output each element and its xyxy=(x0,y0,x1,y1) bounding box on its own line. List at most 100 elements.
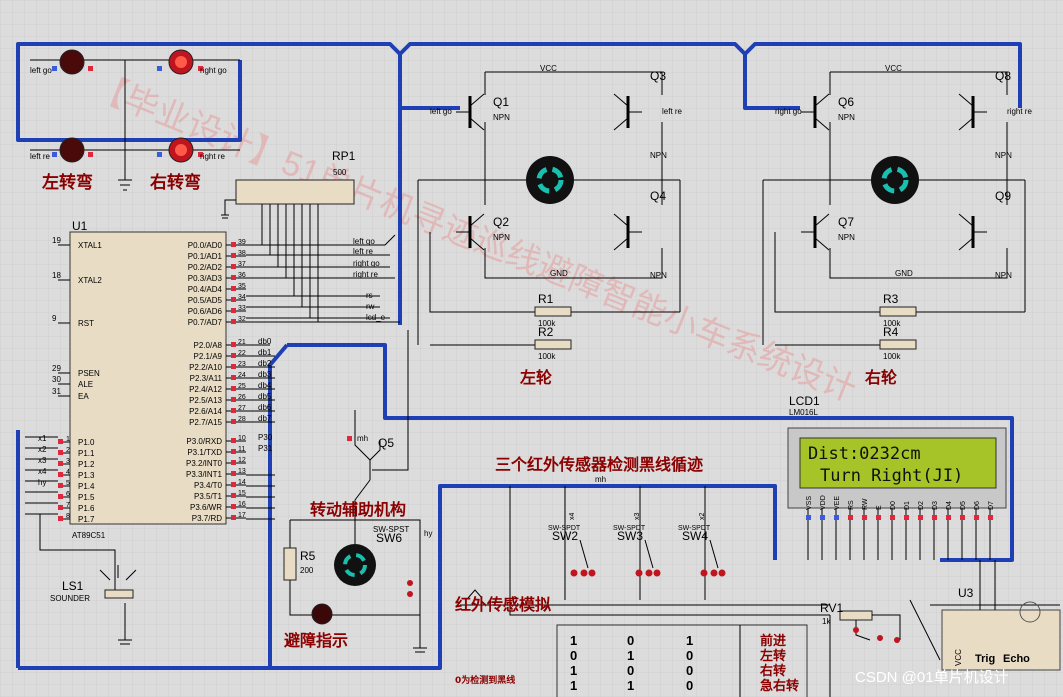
mcu-pin-name: P3.6/WR xyxy=(190,503,222,512)
mcu-pin-net: x1 xyxy=(38,434,47,443)
caption-avoid: 避障指示 xyxy=(284,631,348,650)
bridge-input-go: right go xyxy=(775,107,802,116)
mcu-pin-name: P2.5/A13 xyxy=(189,396,222,405)
lcd-pin-marker xyxy=(834,515,839,520)
mcu-pin-name: P2.7/A15 xyxy=(189,418,222,427)
mcu-pin-name: P0.2/AD2 xyxy=(188,263,223,272)
mcu-pin-net: P30 xyxy=(258,433,273,442)
truth-action: 右转 xyxy=(759,663,786,679)
truth-action: 急右转 xyxy=(760,678,799,694)
bridge-resistor xyxy=(534,339,572,350)
ir-switch-contact xyxy=(718,569,726,577)
q5-net-label: mh xyxy=(357,434,368,443)
mcu-pin-marker xyxy=(58,494,63,499)
lcd-pin-marker xyxy=(820,515,825,520)
bridge-npn-label: NPN xyxy=(838,113,855,122)
net-rs: rs xyxy=(366,291,373,300)
sw6-net: hy xyxy=(424,529,432,538)
mcu-pin-number: 21 xyxy=(238,339,246,346)
led-left-go xyxy=(59,49,85,75)
bridge-npn-label: NPN xyxy=(493,113,510,122)
ir-switch-net: x2 xyxy=(699,513,706,521)
mcu-pin-name: P1.2 xyxy=(78,460,95,469)
ir-switch-contact xyxy=(653,569,661,577)
u3-ref: U3 xyxy=(958,586,974,600)
mcu-pin-marker xyxy=(231,375,236,380)
mcu-pin-number: 34 xyxy=(238,294,246,301)
sw6-ref: SW6 xyxy=(376,531,402,545)
wheel-caption: 右轮 xyxy=(865,368,897,387)
mcu-pin-marker xyxy=(231,504,236,509)
mcu-pin-marker xyxy=(231,386,236,391)
mcu-ref: U1 xyxy=(72,219,88,233)
caption-ir-sim: 红外传感模拟 xyxy=(455,595,551,614)
mcu-pin-marker xyxy=(231,460,236,465)
mcu-pin-name: XTAL2 xyxy=(78,276,102,285)
mcu-pin-marker xyxy=(231,342,236,347)
ir-switch-contact xyxy=(710,569,718,577)
lcd-pin-name: D3 xyxy=(932,501,939,510)
led-left-go-label: left go xyxy=(30,66,52,75)
net-right-go: right go xyxy=(353,259,380,268)
lcd-pin-name: D6 xyxy=(974,501,981,510)
mcu-part: AT89C51 xyxy=(72,531,106,540)
mcu-pin-number: 3 xyxy=(66,458,70,465)
ls1-ref: LS1 xyxy=(62,579,84,593)
mcu-pin-number: 30 xyxy=(52,375,61,384)
led-left-re-label: left re xyxy=(30,152,51,161)
mcu-pin-name: EA xyxy=(78,392,89,401)
mcu-pin-marker xyxy=(231,493,236,498)
truth-value: 1 xyxy=(570,633,577,648)
mcu-pin-number: 38 xyxy=(238,250,246,257)
bridge-r2-value: 100k xyxy=(883,352,901,361)
mcu-pin-marker xyxy=(231,319,236,324)
lcd-pin-name: RW xyxy=(862,498,869,510)
mcu-pin-name: P2.1/A9 xyxy=(194,352,223,361)
mcu-pin-number: 25 xyxy=(238,383,246,390)
bridge-q-bot-right: Q9 xyxy=(995,189,1011,203)
truth-value: 1 xyxy=(627,678,634,693)
truth-value: 0 xyxy=(686,663,693,678)
led-left-re xyxy=(59,137,85,163)
mcu-pin-number: 8 xyxy=(66,513,70,520)
mcu-pin-name: PSEN xyxy=(78,369,100,378)
mcu-pin-number: 17 xyxy=(238,512,246,519)
lcd-pin-marker xyxy=(904,515,909,520)
net-right-re: right re xyxy=(353,270,378,279)
schematic-canvas[interactable]: 【毕业设计】51单片机寻迹巡线避障智能小车系统设计 left go right … xyxy=(0,0,1063,697)
lcd-pin-marker xyxy=(918,515,923,520)
mcu-pin-name: P3.5/T1 xyxy=(194,492,223,501)
ir-switch-contact xyxy=(580,569,588,577)
mcu-pin-name: XTAL1 xyxy=(78,241,102,250)
lcd-pin-name: D7 xyxy=(988,501,995,510)
mcu-pin-number: 32 xyxy=(238,316,246,323)
bridge-q-top-right: Q8 xyxy=(995,69,1011,83)
mcu-pin-name: P3.7/RD xyxy=(192,514,222,523)
led-right-re-label: right re xyxy=(200,152,225,161)
mcu-pin-marker xyxy=(231,353,236,358)
bridge-vcc-label: VCC xyxy=(885,64,902,73)
lcd-pin-marker xyxy=(988,515,993,520)
bridge-input-go: left go xyxy=(430,107,452,116)
mcu-pin-name: P1.4 xyxy=(78,482,95,491)
mcu-pin-name: P1.7 xyxy=(78,515,95,524)
truth-value: 1 xyxy=(570,663,577,678)
ir-switch-contact xyxy=(570,569,578,577)
bridge-npn-label: NPN xyxy=(995,151,1012,160)
mcu-pin-number: 12 xyxy=(238,457,246,464)
mcu-pin-number: 29 xyxy=(52,364,61,373)
mcu-pin-net: x3 xyxy=(38,456,47,465)
mcu-pin-name: P0.6/AD6 xyxy=(188,307,223,316)
mcu-pin-number: 1 xyxy=(66,436,70,443)
bridge-input-re: left re xyxy=(662,107,683,116)
mcu-pin-marker xyxy=(58,439,63,444)
credit-watermark: CSDN @01单片机设计 xyxy=(855,669,1009,686)
mcu-pin-number: 13 xyxy=(238,468,246,475)
mcu-pin-number: 15 xyxy=(238,490,246,497)
lcd-pin-marker xyxy=(946,515,951,520)
lcd-pin-name: D1 xyxy=(904,501,911,510)
mcu-pin-number: 9 xyxy=(52,314,57,323)
mcu-pin-number: 5 xyxy=(66,480,70,487)
bridge-q-top-left: Q6 xyxy=(838,95,854,109)
mcu-pin-number: 35 xyxy=(238,283,246,290)
